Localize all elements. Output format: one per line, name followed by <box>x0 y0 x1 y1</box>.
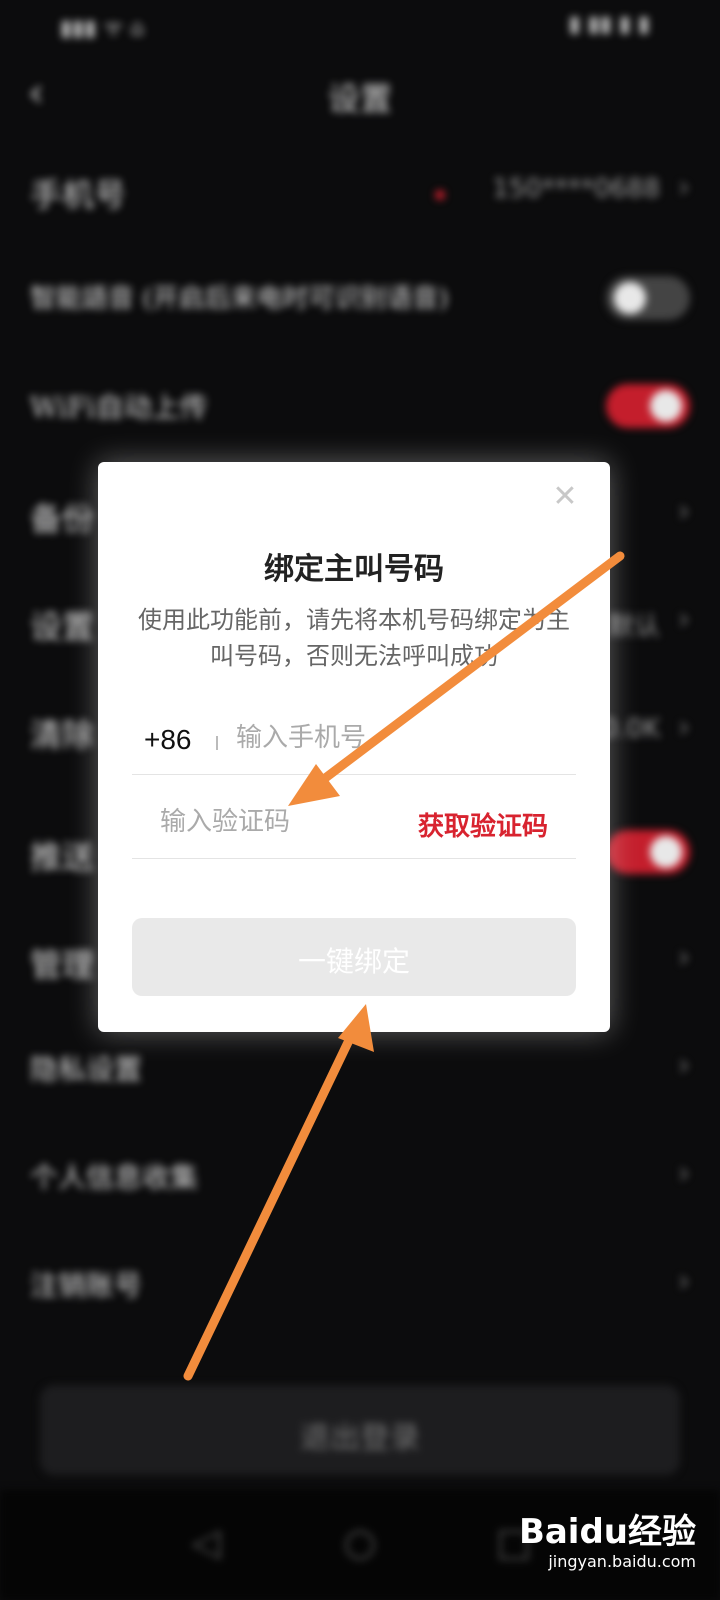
get-code-button[interactable]: 获取验证码 <box>418 806 548 843</box>
chevron-right-icon: › <box>678 1048 690 1083</box>
status-bar-right: ▮ ▮▮ ▮ ▮ <box>568 12 650 37</box>
back-icon[interactable]: ◁ <box>184 1520 228 1564</box>
watermark-url: jingyan.baidu.com <box>548 1552 696 1571</box>
settings-row-personal-info[interactable]: 个人信息收集 › <box>30 1146 690 1206</box>
row-label: 清除 <box>30 716 95 754</box>
one-click-bind-button[interactable]: 一键绑定 <box>132 918 576 996</box>
bind-button-label: 一键绑定 <box>297 945 410 978</box>
red-dot-badge <box>435 190 445 200</box>
chevron-right-icon: › <box>678 170 690 205</box>
settings-row-wifi-upload[interactable]: WiFi自动上传 <box>30 376 690 436</box>
status-bar-left: ▮▮▮ ᯤ ⌂ <box>60 16 145 41</box>
toggle-switch[interactable] <box>606 384 690 428</box>
chevron-right-icon: › <box>678 940 690 975</box>
row-label: 注销账号 <box>30 1269 143 1302</box>
watermark-logo: Baidu经验 <box>518 1512 696 1552</box>
chevron-right-icon: › <box>678 602 690 637</box>
row-label: 备份 <box>30 500 95 538</box>
toggle-switch[interactable] <box>606 830 690 874</box>
logout-button[interactable]: 退出登录 <box>40 1385 680 1475</box>
settings-row-phone[interactable]: 手机号 150****0688 › <box>30 160 690 220</box>
row-label: 个人信息收集 <box>30 1161 199 1194</box>
code-field-row: 获取验证码 <box>132 784 576 859</box>
verification-code-input[interactable] <box>160 800 360 844</box>
chevron-right-icon: › <box>678 1264 690 1299</box>
toggle-switch[interactable] <box>606 276 690 320</box>
dialog-title: 绑定主叫号码 <box>264 552 444 587</box>
settings-row-delete-account[interactable]: 注销账号 › <box>30 1254 690 1314</box>
phone-input[interactable] <box>236 716 556 760</box>
row-label: 手机号 <box>30 176 127 214</box>
dialog-description: 使用此功能前，请先将本机号码绑定为主叫号码，否则无法呼叫成功 <box>138 606 570 670</box>
page-title: 设置 <box>327 80 392 118</box>
home-icon[interactable]: ○ <box>338 1520 382 1564</box>
status-bar: ▮▮▮ ᯤ ⌂ ▮ ▮▮ ▮ ▮ <box>0 0 720 50</box>
row-label: 设置 <box>30 608 95 646</box>
logout-label: 退出登录 <box>300 1421 420 1456</box>
row-value: 0.0K <box>601 714 660 744</box>
phone-field-row: +86 <box>132 702 576 775</box>
chevron-right-icon: › <box>678 1156 690 1191</box>
row-label: 管理 <box>30 946 95 984</box>
country-code[interactable]: +86 <box>144 724 192 756</box>
bind-number-dialog: ✕ 绑定主叫号码 使用此功能前，请先将本机号码绑定为主叫号码，否则无法呼叫成功 … <box>98 462 610 1032</box>
chevron-right-icon: › <box>678 494 690 529</box>
row-label: 推送 <box>30 838 95 876</box>
settings-header: ‹ 设置 <box>0 60 720 130</box>
chevron-right-icon: › <box>678 710 690 745</box>
row-label: WiFi自动上传 <box>30 391 208 424</box>
row-label: 智能語音 (开启后来电时可识别语音) <box>30 284 449 314</box>
settings-row-smart-voice[interactable]: 智能語音 (开启后来电时可识别语音) <box>30 268 690 328</box>
separator <box>216 736 218 750</box>
close-icon[interactable]: ✕ <box>550 482 580 512</box>
row-value: 150****0688 <box>492 174 660 204</box>
row-value: 默认 <box>607 612 660 642</box>
settings-row-privacy[interactable]: 隐私设置 › <box>30 1038 690 1098</box>
row-label: 隐私设置 <box>30 1053 143 1086</box>
